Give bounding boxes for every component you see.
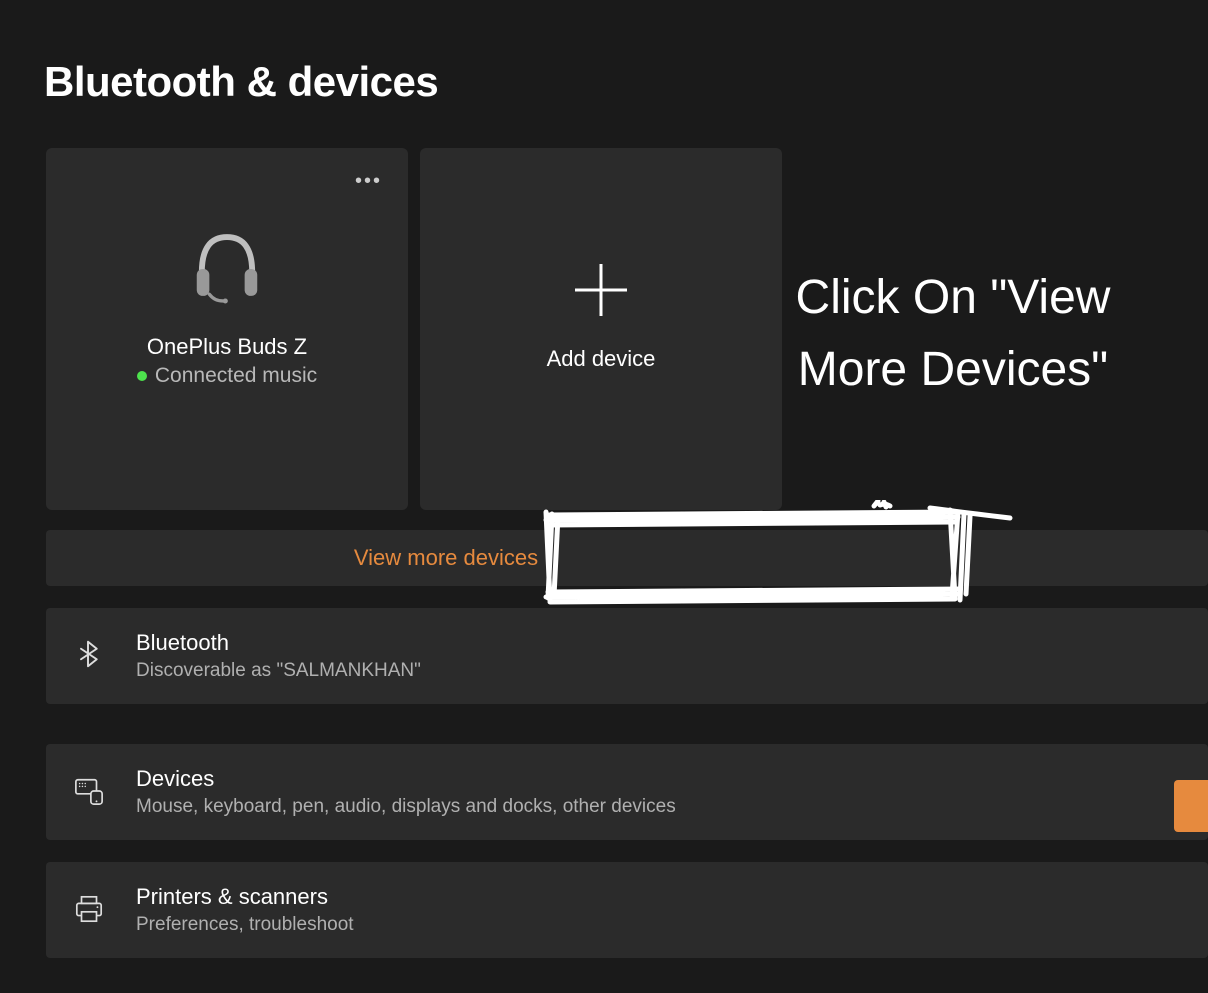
printers-row-subtitle: Preferences, troubleshoot xyxy=(136,914,354,936)
printers-row-title: Printers & scanners xyxy=(136,884,354,910)
more-options-button[interactable]: ••• xyxy=(355,170,382,193)
devices-row[interactable]: Devices Mouse, keyboard, pen, audio, dis… xyxy=(46,744,1208,840)
plus-icon xyxy=(569,258,633,322)
bluetooth-row[interactable]: Bluetooth Discoverable as "SALMANKHAN" xyxy=(46,608,1208,704)
add-device-card[interactable]: Add device xyxy=(420,148,782,510)
printers-row-text: Printers & scanners Preferences, trouble… xyxy=(136,884,354,936)
add-device-label: Add device xyxy=(547,346,656,372)
devices-row-title: Devices xyxy=(136,766,676,792)
devices-row-subtitle: Mouse, keyboard, pen, audio, displays an… xyxy=(136,796,676,818)
devices-row-text: Devices Mouse, keyboard, pen, audio, dis… xyxy=(136,766,676,818)
device-status: Connected music xyxy=(155,364,317,388)
annotation-overlay-text: Click On "View More Devices" xyxy=(738,262,1168,406)
printer-icon xyxy=(74,894,106,926)
bluetooth-icon xyxy=(74,640,106,672)
device-name: OnePlus Buds Z xyxy=(147,334,307,360)
status-dot-icon xyxy=(137,371,147,381)
devices-row-indicator xyxy=(1174,780,1208,832)
device-card-oneplus[interactable]: ••• OnePlus Buds Z Connected music xyxy=(46,148,408,510)
page-title: Bluetooth & devices xyxy=(0,0,1208,106)
view-more-label: View more devices xyxy=(354,545,538,571)
view-more-devices-button[interactable]: View more devices xyxy=(46,530,1208,586)
bluetooth-row-subtitle: Discoverable as "SALMANKHAN" xyxy=(136,660,421,682)
bluetooth-row-title: Bluetooth xyxy=(136,630,421,656)
devices-icon xyxy=(74,776,106,808)
bluetooth-row-text: Bluetooth Discoverable as "SALMANKHAN" xyxy=(136,630,421,682)
printers-row[interactable]: Printers & scanners Preferences, trouble… xyxy=(46,862,1208,958)
headphone-icon xyxy=(185,222,269,306)
device-status-row: Connected music xyxy=(137,364,317,388)
